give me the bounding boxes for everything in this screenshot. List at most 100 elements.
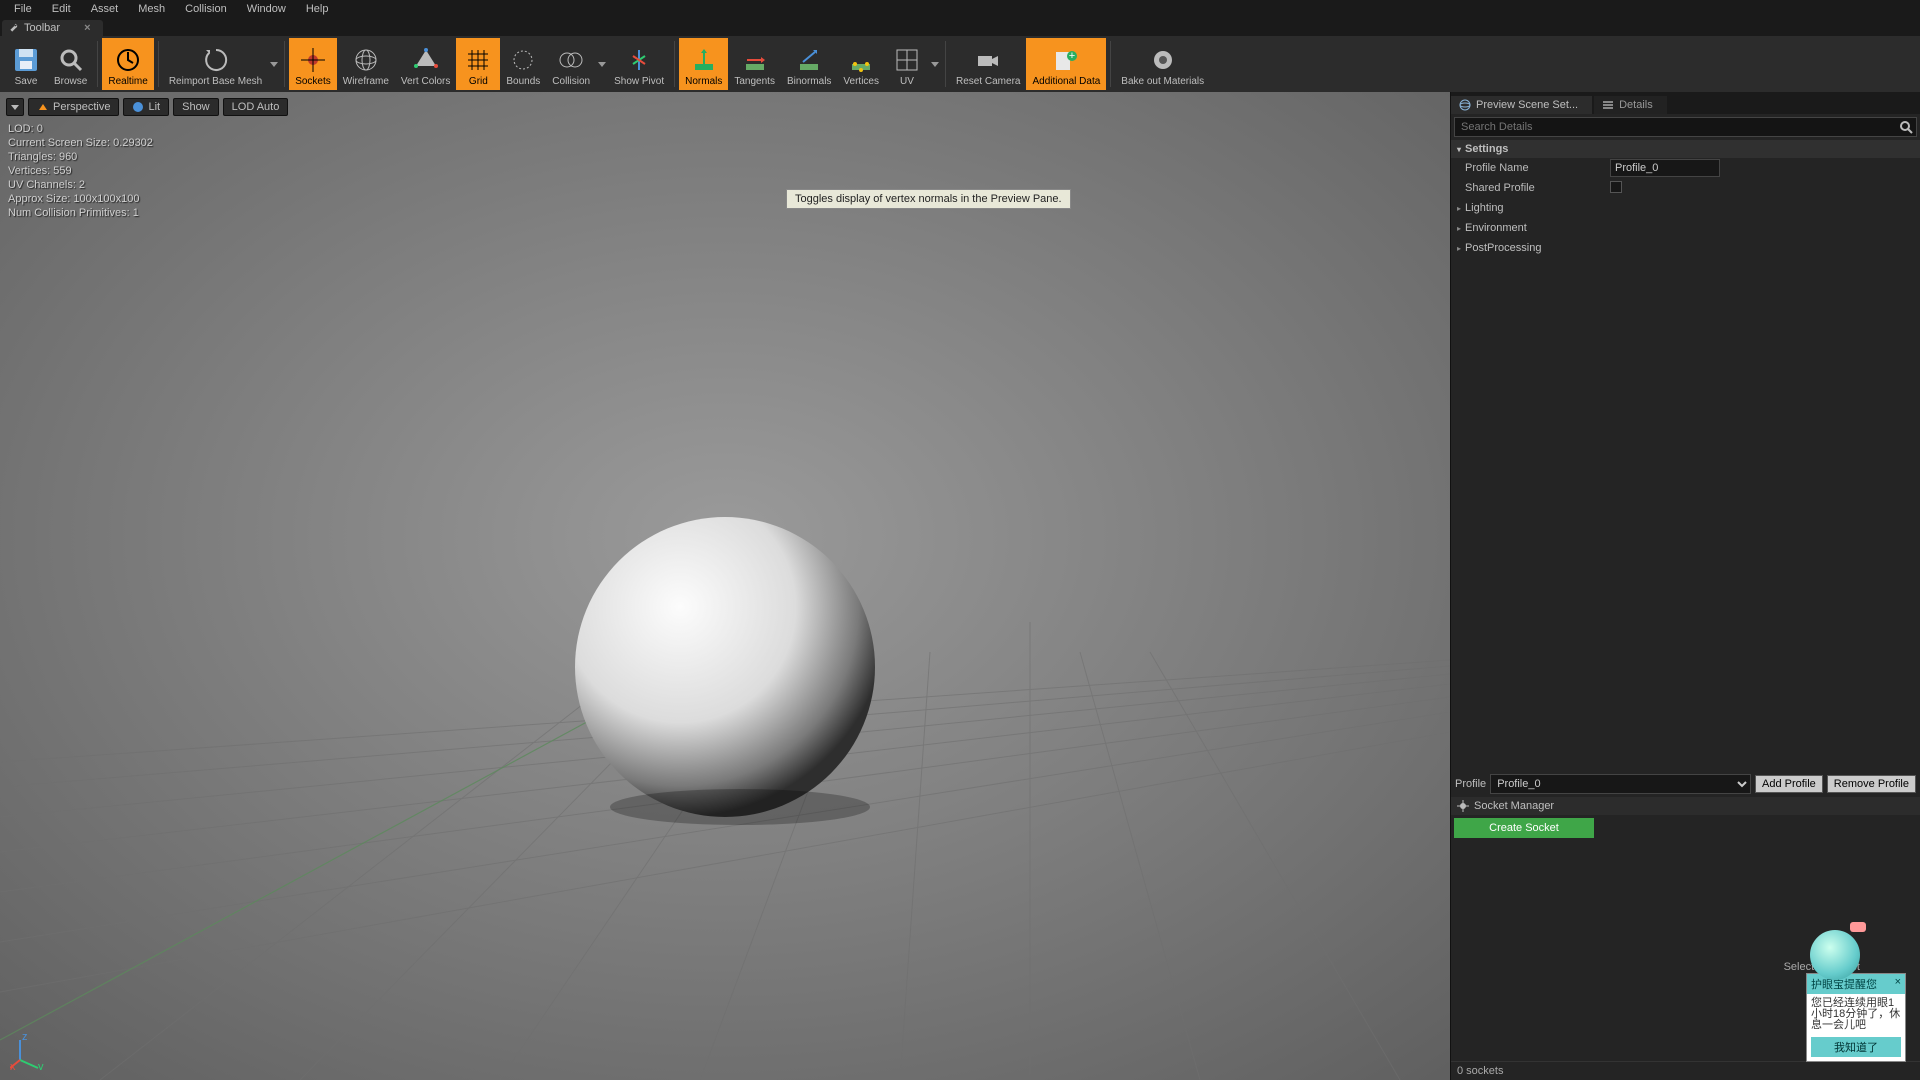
lodauto-label: LOD Auto xyxy=(232,101,280,113)
profile-select[interactable]: Profile_0 xyxy=(1490,774,1751,794)
caret-right-icon: ▸ xyxy=(1457,204,1461,213)
vertices-button[interactable]: Vertices xyxy=(837,38,885,90)
tangents-label: Tangents xyxy=(734,76,775,88)
sockets-button[interactable]: Sockets xyxy=(289,38,337,90)
vertices-label: Vertices xyxy=(843,76,879,88)
profile-selector-row: Profile Profile_0 Add Profile Remove Pro… xyxy=(1451,771,1920,797)
shared-profile-checkbox[interactable] xyxy=(1610,181,1622,193)
separator xyxy=(284,41,285,87)
svg-text:z: z xyxy=(22,1031,28,1043)
menu-bar: File Edit Asset Mesh Collision Window He… xyxy=(0,0,1920,18)
uv-icon xyxy=(893,46,921,74)
shared-profile-row: Shared Profile xyxy=(1451,178,1920,198)
lighting-label: Lighting xyxy=(1465,202,1504,214)
lit-icon xyxy=(132,101,144,113)
perspective-button[interactable]: Perspective xyxy=(28,98,119,116)
additionaldata-icon: + xyxy=(1052,46,1080,74)
reimport-button[interactable]: Reimport Base Mesh xyxy=(163,38,268,90)
wireframe-button[interactable]: Wireframe xyxy=(337,38,395,90)
globe-icon xyxy=(1459,99,1471,111)
save-label: Save xyxy=(15,76,38,88)
lodauto-button[interactable]: LOD Auto xyxy=(223,98,289,116)
menu-edit[interactable]: Edit xyxy=(42,3,81,15)
profile-name-label: Profile Name xyxy=(1465,162,1610,174)
reminder-popup: 护眼宝提醒您 × 您已经连续用眼1小时18分钟了，休息一会儿吧 我知道了 xyxy=(1806,973,1906,1062)
stat-screen: Current Screen Size: 0.29302 xyxy=(8,136,153,150)
showpivot-label: Show Pivot xyxy=(614,76,664,88)
bounds-icon xyxy=(509,46,537,74)
lit-button[interactable]: Lit xyxy=(123,98,169,116)
bounds-button[interactable]: Bounds xyxy=(500,38,546,90)
search-input[interactable] xyxy=(1454,117,1917,137)
binormals-icon xyxy=(795,46,823,74)
environment-row[interactable]: ▸Environment xyxy=(1451,218,1920,238)
reimport-dropdown[interactable] xyxy=(268,38,280,90)
binormals-button[interactable]: Binormals xyxy=(781,38,837,90)
resetcamera-button[interactable]: Reset Camera xyxy=(950,38,1026,90)
save-button[interactable]: Save xyxy=(4,38,48,90)
socket-icon xyxy=(1457,800,1469,812)
viewport-topbar: Perspective Lit Show LOD Auto xyxy=(6,98,288,116)
resetcamera-label: Reset Camera xyxy=(956,76,1020,88)
grid-button[interactable]: Grid xyxy=(456,38,500,90)
bake-icon xyxy=(1149,46,1177,74)
stat-uvch: UV Channels: 2 xyxy=(8,178,153,192)
wrench-icon xyxy=(8,22,20,34)
menu-help[interactable]: Help xyxy=(296,3,339,15)
uv-label: UV xyxy=(900,76,914,88)
bakeout-button[interactable]: Bake out Materials xyxy=(1115,38,1210,90)
browse-button[interactable]: Browse xyxy=(48,38,93,90)
bounds-label: Bounds xyxy=(506,76,540,88)
close-icon[interactable]: × xyxy=(84,22,90,34)
menu-file[interactable]: File xyxy=(4,3,42,15)
grid-label: Grid xyxy=(469,76,488,88)
tab-details[interactable]: Details xyxy=(1594,96,1667,114)
right-panel-tabs: Preview Scene Set... Details xyxy=(1451,92,1920,114)
viewport-stats: LOD: 0 Current Screen Size: 0.29302 Tria… xyxy=(8,122,153,220)
binormals-label: Binormals xyxy=(787,76,831,88)
collision-button[interactable]: Collision xyxy=(546,38,596,90)
uv-dropdown[interactable] xyxy=(929,38,941,90)
profile-name-input[interactable] xyxy=(1610,159,1720,177)
popup-close-icon[interactable]: × xyxy=(1895,976,1901,992)
add-profile-button[interactable]: Add Profile xyxy=(1755,775,1823,793)
lit-label: Lit xyxy=(148,101,160,113)
filler xyxy=(1451,258,1920,771)
assistant-avatar[interactable] xyxy=(1810,930,1860,980)
chevron-down-icon xyxy=(11,105,19,110)
tangents-button[interactable]: Tangents xyxy=(728,38,781,90)
lighting-row[interactable]: ▸ Lighting xyxy=(1451,198,1920,218)
menu-collision[interactable]: Collision xyxy=(175,3,237,15)
create-socket-button[interactable]: Create Socket xyxy=(1454,818,1594,838)
normals-label: Normals xyxy=(685,76,722,88)
popup-ok-button[interactable]: 我知道了 xyxy=(1811,1037,1901,1057)
search-icon[interactable] xyxy=(1899,120,1913,134)
menu-mesh[interactable]: Mesh xyxy=(128,3,175,15)
realtime-button[interactable]: Realtime xyxy=(102,38,153,90)
viewport[interactable]: Perspective Lit Show LOD Auto LOD: 0 Cur… xyxy=(0,92,1450,1080)
showpivot-button[interactable]: Show Pivot xyxy=(608,38,670,90)
separator xyxy=(158,41,159,87)
show-button[interactable]: Show xyxy=(173,98,219,116)
settings-header[interactable]: ▾ Settings xyxy=(1451,140,1920,158)
postprocessing-row[interactable]: ▸PostProcessing xyxy=(1451,238,1920,258)
remove-profile-button[interactable]: Remove Profile xyxy=(1827,775,1916,793)
additionaldata-button[interactable]: + Additional Data xyxy=(1026,38,1106,90)
uv-button[interactable]: UV xyxy=(885,38,929,90)
tab-preview-scene[interactable]: Preview Scene Set... xyxy=(1451,96,1592,114)
caret-down-icon: ▾ xyxy=(1457,145,1461,154)
camera-icon xyxy=(974,46,1002,74)
stat-lod: LOD: 0 xyxy=(8,122,153,136)
socket-manager-header[interactable]: Socket Manager xyxy=(1451,797,1920,815)
wireframe-label: Wireframe xyxy=(343,76,389,88)
collision-dropdown[interactable] xyxy=(596,38,608,90)
stat-collprim: Num Collision Primitives: 1 xyxy=(8,206,153,220)
perspective-icon xyxy=(37,101,49,113)
viewport-menu-button[interactable] xyxy=(6,98,24,116)
toolbar-tab[interactable]: Toolbar × xyxy=(2,20,103,36)
menu-window[interactable]: Window xyxy=(237,3,296,15)
normals-button[interactable]: Normals xyxy=(679,38,728,90)
vertcolors-button[interactable]: Vert Colors xyxy=(395,38,456,90)
menu-asset[interactable]: Asset xyxy=(81,3,129,15)
vertices-icon xyxy=(847,46,875,74)
